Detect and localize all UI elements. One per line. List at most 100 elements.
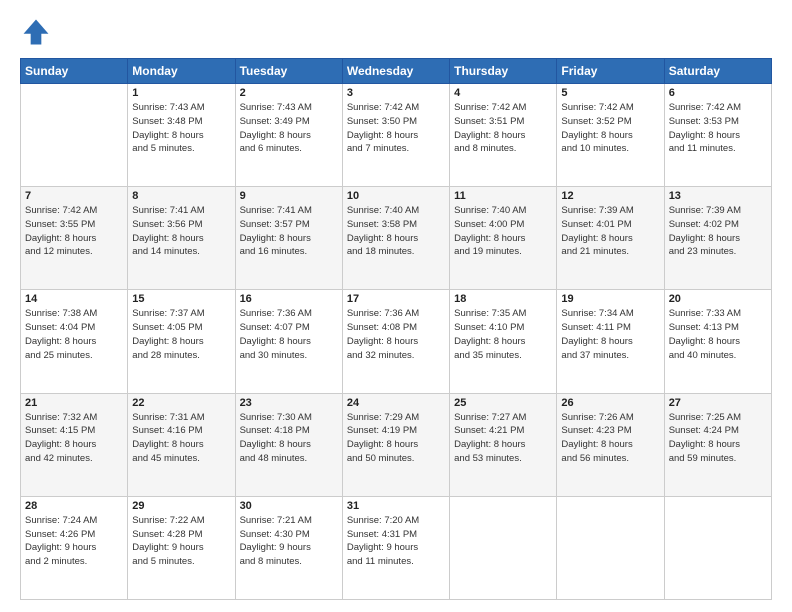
day-number: 1 bbox=[132, 87, 230, 99]
calendar-day-header: Tuesday bbox=[235, 59, 342, 84]
day-number: 16 bbox=[240, 293, 338, 305]
day-number: 19 bbox=[561, 293, 659, 305]
calendar-day-header: Sunday bbox=[21, 59, 128, 84]
day-info: Sunrise: 7:26 AM Sunset: 4:23 PM Dayligh… bbox=[561, 411, 659, 466]
day-info: Sunrise: 7:42 AM Sunset: 3:55 PM Dayligh… bbox=[25, 204, 123, 259]
calendar-cell: 25 Sunrise: 7:27 AM Sunset: 4:21 PM Dayli… bbox=[450, 393, 557, 496]
day-number: 22 bbox=[132, 397, 230, 409]
day-info: Sunrise: 7:39 AM Sunset: 4:02 PM Dayligh… bbox=[669, 204, 767, 259]
day-info: Sunrise: 7:30 AM Sunset: 4:18 PM Dayligh… bbox=[240, 411, 338, 466]
day-info: Sunrise: 7:41 AM Sunset: 3:56 PM Dayligh… bbox=[132, 204, 230, 259]
day-info: Sunrise: 7:37 AM Sunset: 4:05 PM Dayligh… bbox=[132, 307, 230, 362]
day-info: Sunrise: 7:32 AM Sunset: 4:15 PM Dayligh… bbox=[25, 411, 123, 466]
day-number: 11 bbox=[454, 190, 552, 202]
day-number: 12 bbox=[561, 190, 659, 202]
day-number: 8 bbox=[132, 190, 230, 202]
day-number: 27 bbox=[669, 397, 767, 409]
day-info: Sunrise: 7:42 AM Sunset: 3:52 PM Dayligh… bbox=[561, 101, 659, 156]
day-info: Sunrise: 7:21 AM Sunset: 4:30 PM Dayligh… bbox=[240, 514, 338, 569]
calendar-cell: 31 Sunrise: 7:20 AM Sunset: 4:31 PM Dayli… bbox=[342, 496, 449, 599]
calendar-cell: 22 Sunrise: 7:31 AM Sunset: 4:16 PM Dayli… bbox=[128, 393, 235, 496]
calendar-cell bbox=[450, 496, 557, 599]
day-info: Sunrise: 7:43 AM Sunset: 3:48 PM Dayligh… bbox=[132, 101, 230, 156]
calendar-cell: 18 Sunrise: 7:35 AM Sunset: 4:10 PM Dayli… bbox=[450, 290, 557, 393]
day-number: 29 bbox=[132, 500, 230, 512]
calendar-week-row: 1 Sunrise: 7:43 AM Sunset: 3:48 PM Daylig… bbox=[21, 84, 772, 187]
day-number: 9 bbox=[240, 190, 338, 202]
calendar-cell: 29 Sunrise: 7:22 AM Sunset: 4:28 PM Dayli… bbox=[128, 496, 235, 599]
calendar-week-row: 14Sunrise: 7:38 AM Sunset: 4:04 PM Dayli… bbox=[21, 290, 772, 393]
day-number: 20 bbox=[669, 293, 767, 305]
day-info: Sunrise: 7:40 AM Sunset: 4:00 PM Dayligh… bbox=[454, 204, 552, 259]
calendar-cell: 3 Sunrise: 7:42 AM Sunset: 3:50 PM Daylig… bbox=[342, 84, 449, 187]
calendar-cell: 6 Sunrise: 7:42 AM Sunset: 3:53 PM Daylig… bbox=[664, 84, 771, 187]
calendar-day-header: Monday bbox=[128, 59, 235, 84]
day-info: Sunrise: 7:33 AM Sunset: 4:13 PM Dayligh… bbox=[669, 307, 767, 362]
calendar-cell: 16 Sunrise: 7:36 AM Sunset: 4:07 PM Dayli… bbox=[235, 290, 342, 393]
day-info: Sunrise: 7:35 AM Sunset: 4:10 PM Dayligh… bbox=[454, 307, 552, 362]
calendar-day-header: Saturday bbox=[664, 59, 771, 84]
day-info: Sunrise: 7:27 AM Sunset: 4:21 PM Dayligh… bbox=[454, 411, 552, 466]
calendar-cell: 4Sunrise: 7:42 AM Sunset: 3:51 PM Daylig… bbox=[450, 84, 557, 187]
calendar-cell: 24 Sunrise: 7:29 AM Sunset: 4:19 PM Dayli… bbox=[342, 393, 449, 496]
calendar-cell bbox=[664, 496, 771, 599]
logo bbox=[20, 16, 56, 48]
calendar-day-header: Wednesday bbox=[342, 59, 449, 84]
calendar-cell: 15Sunrise: 7:37 AM Sunset: 4:05 PM Dayli… bbox=[128, 290, 235, 393]
day-info: Sunrise: 7:42 AM Sunset: 3:50 PM Dayligh… bbox=[347, 101, 445, 156]
day-info: Sunrise: 7:36 AM Sunset: 4:08 PM Dayligh… bbox=[347, 307, 445, 362]
day-number: 23 bbox=[240, 397, 338, 409]
day-number: 13 bbox=[669, 190, 767, 202]
day-info: Sunrise: 7:22 AM Sunset: 4:28 PM Dayligh… bbox=[132, 514, 230, 569]
calendar-cell: 10 Sunrise: 7:40 AM Sunset: 3:58 PM Dayli… bbox=[342, 187, 449, 290]
day-info: Sunrise: 7:20 AM Sunset: 4:31 PM Dayligh… bbox=[347, 514, 445, 569]
day-info: Sunrise: 7:41 AM Sunset: 3:57 PM Dayligh… bbox=[240, 204, 338, 259]
calendar-cell: 7Sunrise: 7:42 AM Sunset: 3:55 PM Daylig… bbox=[21, 187, 128, 290]
day-info: Sunrise: 7:38 AM Sunset: 4:04 PM Dayligh… bbox=[25, 307, 123, 362]
day-number: 24 bbox=[347, 397, 445, 409]
calendar-cell: 30 Sunrise: 7:21 AM Sunset: 4:30 PM Dayli… bbox=[235, 496, 342, 599]
day-number: 25 bbox=[454, 397, 552, 409]
day-info: Sunrise: 7:43 AM Sunset: 3:49 PM Dayligh… bbox=[240, 101, 338, 156]
day-info: Sunrise: 7:29 AM Sunset: 4:19 PM Dayligh… bbox=[347, 411, 445, 466]
calendar-cell: 5 Sunrise: 7:42 AM Sunset: 3:52 PM Daylig… bbox=[557, 84, 664, 187]
calendar-cell: 1 Sunrise: 7:43 AM Sunset: 3:48 PM Daylig… bbox=[128, 84, 235, 187]
day-info: Sunrise: 7:34 AM Sunset: 4:11 PM Dayligh… bbox=[561, 307, 659, 362]
day-info: Sunrise: 7:36 AM Sunset: 4:07 PM Dayligh… bbox=[240, 307, 338, 362]
calendar-day-header: Thursday bbox=[450, 59, 557, 84]
calendar-day-header: Friday bbox=[557, 59, 664, 84]
page: SundayMondayTuesdayWednesdayThursdayFrid… bbox=[0, 0, 792, 612]
day-info: Sunrise: 7:40 AM Sunset: 3:58 PM Dayligh… bbox=[347, 204, 445, 259]
calendar-cell: 23 Sunrise: 7:30 AM Sunset: 4:18 PM Dayli… bbox=[235, 393, 342, 496]
header bbox=[20, 16, 772, 48]
day-number: 26 bbox=[561, 397, 659, 409]
logo-icon bbox=[20, 16, 52, 48]
day-number: 17 bbox=[347, 293, 445, 305]
calendar-cell: 8 Sunrise: 7:41 AM Sunset: 3:56 PM Daylig… bbox=[128, 187, 235, 290]
day-number: 3 bbox=[347, 87, 445, 99]
day-number: 21 bbox=[25, 397, 123, 409]
calendar-cell: 13 Sunrise: 7:39 AM Sunset: 4:02 PM Dayli… bbox=[664, 187, 771, 290]
calendar-cell: 19 Sunrise: 7:34 AM Sunset: 4:11 PM Dayli… bbox=[557, 290, 664, 393]
calendar-cell: 14Sunrise: 7:38 AM Sunset: 4:04 PM Dayli… bbox=[21, 290, 128, 393]
day-info: Sunrise: 7:42 AM Sunset: 3:51 PM Dayligh… bbox=[454, 101, 552, 156]
calendar-cell: 21 Sunrise: 7:32 AM Sunset: 4:15 PM Dayli… bbox=[21, 393, 128, 496]
calendar-cell: 17 Sunrise: 7:36 AM Sunset: 4:08 PM Dayli… bbox=[342, 290, 449, 393]
calendar-week-row: 28Sunrise: 7:24 AM Sunset: 4:26 PM Dayli… bbox=[21, 496, 772, 599]
day-number: 10 bbox=[347, 190, 445, 202]
day-number: 30 bbox=[240, 500, 338, 512]
calendar-cell: 12 Sunrise: 7:39 AM Sunset: 4:01 PM Dayli… bbox=[557, 187, 664, 290]
day-info: Sunrise: 7:31 AM Sunset: 4:16 PM Dayligh… bbox=[132, 411, 230, 466]
day-info: Sunrise: 7:39 AM Sunset: 4:01 PM Dayligh… bbox=[561, 204, 659, 259]
day-number: 18 bbox=[454, 293, 552, 305]
day-info: Sunrise: 7:42 AM Sunset: 3:53 PM Dayligh… bbox=[669, 101, 767, 156]
calendar-cell: 26 Sunrise: 7:26 AM Sunset: 4:23 PM Dayli… bbox=[557, 393, 664, 496]
day-number: 6 bbox=[669, 87, 767, 99]
day-number: 31 bbox=[347, 500, 445, 512]
calendar-cell bbox=[21, 84, 128, 187]
day-number: 28 bbox=[25, 500, 123, 512]
calendar-cell: 11 Sunrise: 7:40 AM Sunset: 4:00 PM Dayli… bbox=[450, 187, 557, 290]
calendar-week-row: 21 Sunrise: 7:32 AM Sunset: 4:15 PM Dayli… bbox=[21, 393, 772, 496]
day-number: 5 bbox=[561, 87, 659, 99]
calendar-cell: 20 Sunrise: 7:33 AM Sunset: 4:13 PM Dayli… bbox=[664, 290, 771, 393]
